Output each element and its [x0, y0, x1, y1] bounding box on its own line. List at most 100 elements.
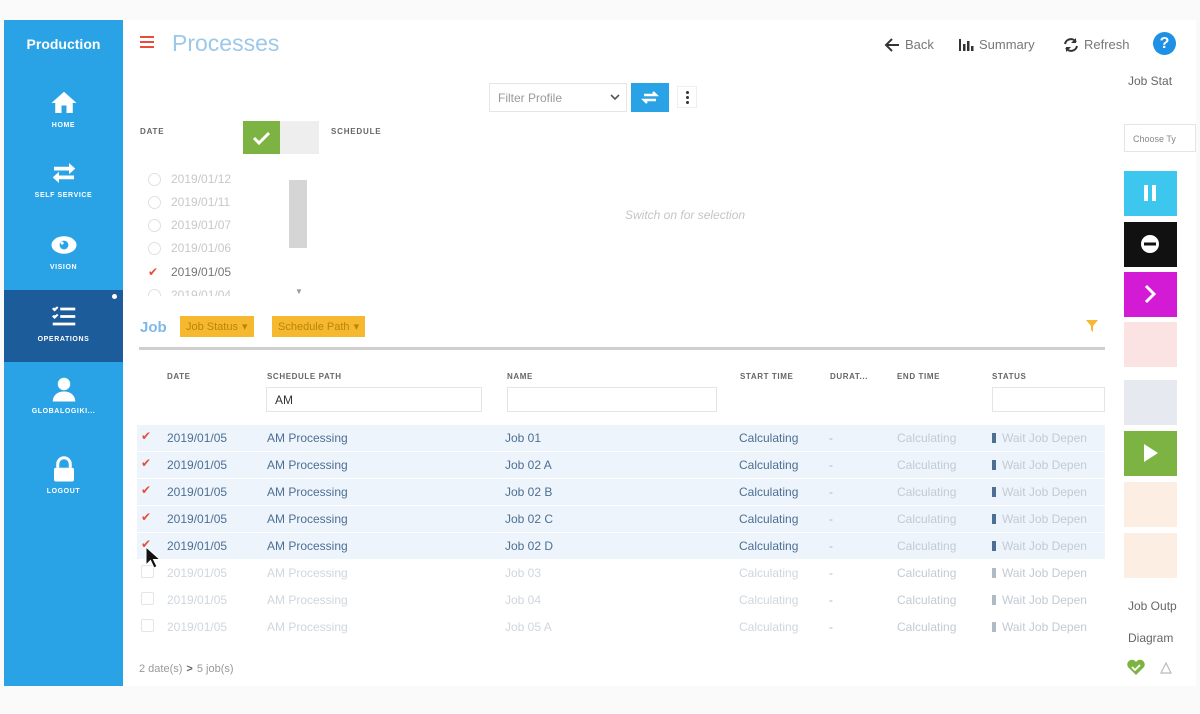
cell-end-time: Calculating: [897, 512, 957, 526]
radio-icon: [148, 288, 161, 296]
table-row[interactable]: ✔ 2019/01/05 AM Processing Job 02 C Calc…: [137, 506, 1105, 532]
check-icon[interactable]: ✔: [141, 457, 154, 470]
radio-icon: [148, 241, 161, 255]
date-option-selected[interactable]: ✔ 2019/01/05: [148, 265, 231, 279]
menu-icon[interactable]: [140, 36, 154, 48]
jobs-count[interactable]: 5 job(s): [197, 663, 234, 675]
checkbox-icon[interactable]: [141, 619, 154, 632]
check-icon[interactable]: ✔: [141, 511, 154, 524]
date-option[interactable]: 2019/01/07: [148, 218, 231, 232]
status-filter-input[interactable]: [992, 387, 1105, 412]
refresh-label: Refresh: [1084, 37, 1130, 52]
date-label: DATE: [140, 127, 165, 136]
job-status-chip[interactable]: Job Status ▾: [180, 316, 254, 337]
checkbox-icon[interactable]: [141, 592, 154, 605]
sidebar-item-operations[interactable]: OPERATIONS: [4, 290, 123, 362]
brand-label: Production: [26, 36, 101, 52]
date-option[interactable]: 2019/01/12: [148, 172, 231, 186]
cell-schedule-path: AM Processing: [267, 620, 348, 634]
date-option[interactable]: 2019/01/11: [148, 195, 230, 209]
table-row[interactable]: ✔ 2019/01/05 AM Processing Job 02 A Calc…: [137, 452, 1105, 478]
sidebar-item-home[interactable]: HOME: [4, 88, 123, 152]
cell-status: Wait Job Depen: [992, 485, 1105, 499]
cell-schedule-path: AM Processing: [267, 431, 348, 445]
date-text: 2019/01/12: [171, 172, 232, 186]
date-schedule-toggle[interactable]: [243, 121, 319, 154]
check-icon[interactable]: ✔: [141, 484, 154, 497]
filter-profile-select[interactable]: Filter Profile: [489, 83, 627, 112]
swap-icon: [641, 91, 659, 104]
date-list: 2019/01/12 2019/01/11 2019/01/07 2019/01…: [140, 168, 310, 296]
cell-start-time: Calculating: [739, 539, 799, 553]
chevron-down-icon: [610, 94, 620, 101]
column-header-schedule-path[interactable]: SCHEDULE PATH: [267, 372, 342, 381]
choose-type-select[interactable]: Choose Ty: [1124, 124, 1196, 152]
status-tile[interactable]: [1124, 380, 1177, 425]
cell-date: 2019/01/05: [167, 458, 228, 472]
job-output-label[interactable]: Job Outp: [1128, 599, 1177, 613]
column-header-start-time[interactable]: START TIME: [740, 372, 793, 381]
run-tile[interactable]: [1124, 431, 1177, 476]
checklist-icon: [51, 306, 75, 326]
refresh-button[interactable]: Refresh: [1063, 37, 1130, 52]
table-row[interactable]: ✔ 2019/01/05 AM Processing Job 01 Calcul…: [137, 425, 1105, 451]
diagram-label[interactable]: Diagram: [1128, 631, 1173, 645]
check-icon: [252, 131, 271, 146]
dates-count[interactable]: 2 date(s): [139, 663, 182, 675]
table-row[interactable]: 2019/01/05 AM Processing Job 04 Calculat…: [137, 587, 1105, 613]
status-tile[interactable]: [1124, 533, 1177, 578]
column-header-end-time[interactable]: END TIME: [897, 372, 940, 381]
swap-filter-button[interactable]: [631, 83, 669, 112]
more-options-icon[interactable]: [677, 86, 697, 108]
status-text: Wait Job Depen: [1002, 458, 1087, 472]
summary-button[interactable]: Summary: [958, 37, 1035, 52]
column-header-status[interactable]: STATUS: [992, 372, 1026, 381]
pause-tile[interactable]: [1124, 171, 1177, 216]
sidebar-item-self-service[interactable]: SELF SERVICE: [4, 158, 123, 222]
radio-icon: [148, 218, 161, 232]
cell-name: Job 03: [505, 566, 542, 580]
cell-status: Wait Job Depen: [992, 566, 1105, 580]
status-text: Wait Job Depen: [1002, 566, 1087, 580]
date-option[interactable]: 2019/01/06: [148, 241, 231, 255]
cell-date: 2019/01/05: [167, 593, 228, 607]
stop-tile[interactable]: [1124, 222, 1177, 267]
name-filter-input[interactable]: [507, 387, 717, 412]
check-icon[interactable]: ✔: [141, 430, 154, 443]
status-tile[interactable]: [1124, 482, 1177, 527]
page-title: Processes: [172, 30, 280, 56]
sidebar-item-logout[interactable]: LOGOUT: [4, 454, 123, 518]
home-icon: [51, 91, 76, 113]
cell-duration: -: [829, 485, 833, 499]
arrow-left-icon: [884, 37, 899, 52]
cell-duration: -: [829, 620, 833, 634]
date-text: 2019/01/11: [171, 195, 231, 209]
schedule-path-filter-input[interactable]: AM: [266, 387, 482, 412]
schedule-path-chip[interactable]: Schedule Path ▾: [272, 316, 366, 337]
scroll-down-icon[interactable]: ▼: [295, 287, 303, 296]
cell-end-time: Calculating: [897, 458, 957, 472]
status-tile[interactable]: [1124, 322, 1177, 367]
column-header-date[interactable]: DATE: [167, 372, 191, 381]
table-row[interactable]: ✔ 2019/01/05 AM Processing Job 02 B Calc…: [137, 479, 1105, 505]
date-list-scrollbar[interactable]: [289, 180, 307, 248]
column-header-name[interactable]: NAME: [507, 372, 533, 381]
switch-hint: Switch on for selection: [625, 208, 746, 222]
date-option[interactable]: 2019/01/04: [148, 288, 231, 296]
pause-icon: [1144, 185, 1156, 201]
next-tile[interactable]: [1124, 272, 1177, 317]
help-icon[interactable]: ?: [1153, 32, 1176, 55]
back-button[interactable]: Back: [884, 37, 934, 52]
cell-start-time: Calculating: [739, 512, 799, 526]
filter-icon[interactable]: [1086, 320, 1098, 332]
selection-summary: 2 date(s) > 5 job(s): [139, 663, 234, 675]
table-row[interactable]: 2019/01/05 AM Processing Job 03 Calculat…: [137, 560, 1105, 586]
sidebar-item-user[interactable]: GLOBALOGIKI...: [4, 374, 123, 438]
check-icon: ✔: [148, 264, 159, 279]
table-row[interactable]: ✔ 2019/01/05 AM Processing Job 02 D Calc…: [137, 533, 1105, 559]
cell-start-time: Calculating: [739, 485, 799, 499]
sidebar-item-vision[interactable]: VISION: [4, 230, 123, 294]
cell-name: Job 02 A: [505, 458, 552, 472]
column-header-duration[interactable]: DURAT...: [830, 372, 868, 381]
table-row[interactable]: 2019/01/05 AM Processing Job 05 A Calcul…: [137, 614, 1105, 640]
